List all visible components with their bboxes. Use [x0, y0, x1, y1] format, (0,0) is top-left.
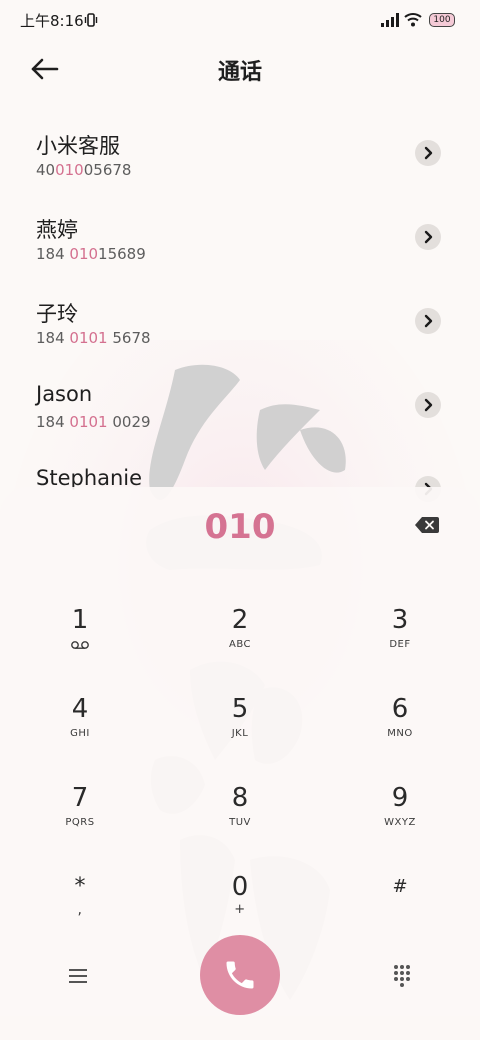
key-letters: TUV [229, 817, 251, 828]
battery-icon: 100 [429, 13, 455, 27]
key-6[interactable]: 6 MNO [340, 694, 460, 774]
contact-name: 小米客服 [36, 134, 120, 158]
key-letters: DEF [389, 639, 411, 650]
key-8[interactable]: 8 TUV [180, 783, 300, 863]
key-digit: 6 [391, 694, 409, 724]
key-digit: 9 [391, 783, 409, 813]
status-bar: 上午8:16 100 [0, 0, 480, 40]
key-letters: + [234, 902, 246, 917]
key-7[interactable]: 7 PQRS [20, 783, 140, 863]
key-letters: PQRS [65, 817, 95, 828]
contact-name: 燕婷 [36, 218, 78, 242]
menu-icon[interactable] [68, 967, 88, 985]
contact-name: 子玲 [36, 302, 78, 326]
contact-number: 4001005678 [36, 161, 132, 179]
key-letters: ABC [228, 639, 251, 650]
key-letters: MNO [387, 728, 413, 739]
key-letters: JKL [231, 728, 249, 739]
key-letters: WXYZ [384, 817, 416, 828]
key-digit: 7 [71, 783, 89, 813]
voicemail-icon [71, 641, 89, 649]
key-digit: # [392, 876, 408, 897]
contact-item[interactable]: 燕婷 184 01015689 [0, 202, 480, 286]
key-star[interactable]: * , [20, 872, 140, 952]
backspace-icon[interactable] [415, 517, 439, 533]
key-digit: 1 [71, 605, 89, 635]
chevron-right-icon[interactable] [415, 308, 441, 334]
key-letters: GHI [70, 728, 90, 739]
key-digit: 0 [231, 872, 249, 902]
key-digit: 3 [391, 605, 409, 635]
chevron-right-icon[interactable] [415, 224, 441, 250]
key-9[interactable]: 9 WXYZ [340, 783, 460, 863]
contact-number: 184 0101 5678 [36, 329, 151, 347]
dialer-panel: 010 1 2 ABC 3 DEF 4 GHI 5 JKL 6 MNO 7 PQ… [0, 487, 480, 1040]
contact-number: 184 01015689 [36, 245, 146, 263]
contact-item[interactable]: 子玲 184 0101 5678 [0, 286, 480, 370]
contact-number: 184 0101 0029 [36, 413, 151, 431]
contact-item[interactable]: 小米客服 4001005678 [0, 118, 480, 202]
contact-item[interactable]: Jason 184 0101 0029 [0, 370, 480, 454]
status-time: 上午8:16 [20, 12, 84, 30]
key-2[interactable]: 2 ABC [180, 605, 300, 685]
key-digit: 4 [71, 694, 89, 724]
key-digit: 5 [231, 694, 249, 724]
key-letters: , [77, 902, 83, 918]
key-5[interactable]: 5 JKL [180, 694, 300, 774]
page-title: 通话 [217, 60, 262, 85]
call-button[interactable] [200, 935, 280, 1015]
chevron-right-icon[interactable] [415, 392, 441, 418]
key-4[interactable]: 4 GHI [20, 694, 140, 774]
phone-icon [226, 961, 254, 989]
keypad-icon[interactable] [393, 964, 411, 988]
contact-name: Jason [36, 382, 93, 406]
key-3[interactable]: 3 DEF [340, 605, 460, 685]
key-digit: 2 [231, 605, 249, 635]
key-1[interactable]: 1 [20, 605, 140, 685]
phone-screen: 上午8:16 100 通话 小米客服 4001005678 燕婷 184 010… [0, 0, 480, 1040]
chevron-right-icon[interactable] [415, 140, 441, 166]
wifi-icon [404, 13, 422, 27]
key-digit: 8 [231, 783, 249, 813]
signal-icon [381, 13, 399, 27]
key-digit: * [74, 874, 86, 899]
key-pound[interactable]: # [340, 872, 460, 952]
vibrate-icon [84, 13, 98, 27]
dialed-number: 010 [204, 507, 276, 547]
